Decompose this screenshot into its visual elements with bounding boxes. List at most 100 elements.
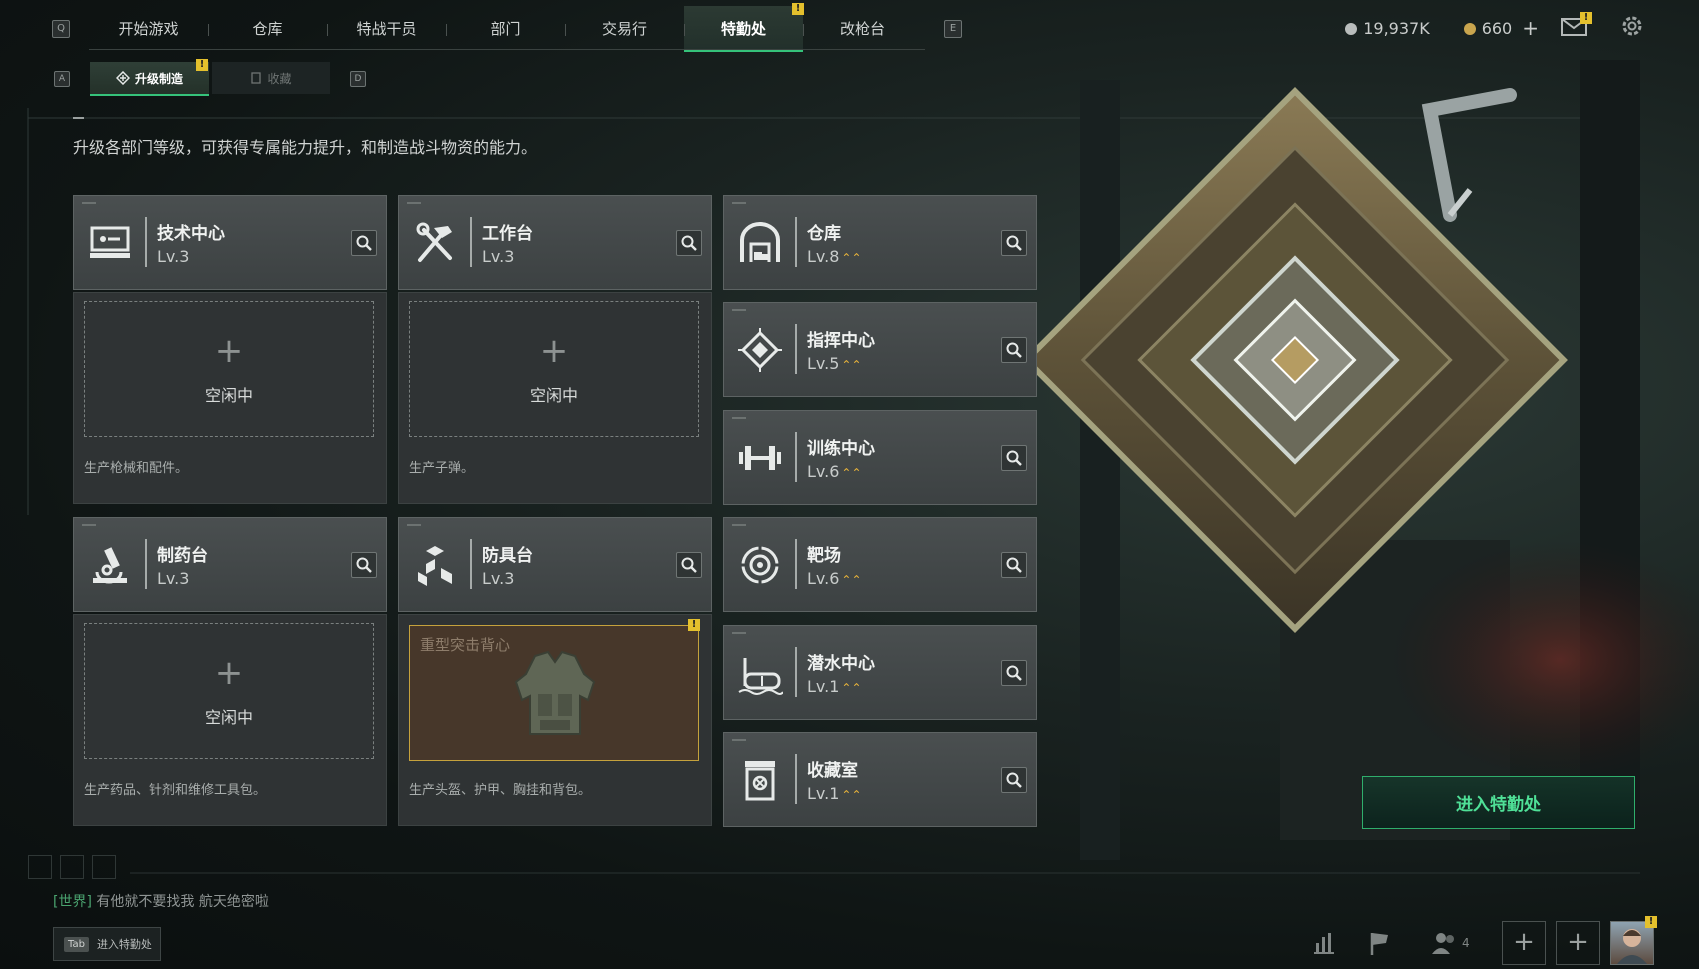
card-separator: [145, 539, 147, 589]
avatar-alert-badge: !: [1645, 916, 1657, 928]
armor-blocks-icon: [418, 546, 452, 586]
card-corner-mark: [82, 524, 96, 526]
warehouse-icon: [740, 222, 780, 262]
settings-gear-icon[interactable]: [1620, 14, 1644, 38]
station-level: Lv.3: [157, 247, 190, 266]
facility-name: 指挥中心: [807, 331, 875, 351]
card-separator: [795, 754, 797, 804]
station-card-armor-bench[interactable]: 防具台 Lv.3: [398, 517, 712, 612]
card-separator: [795, 539, 797, 589]
target-icon: [741, 546, 779, 584]
hammer-wrench-icon: [416, 222, 452, 262]
command-diamond-icon: [738, 328, 782, 372]
production-slot-empty[interactable]: + 空闲中: [409, 301, 699, 437]
add-squad-slot-1-button[interactable]: +: [1502, 921, 1546, 965]
tab-start-game[interactable]: 开始游戏: [89, 6, 208, 50]
station-level: Lv.3: [482, 247, 515, 266]
subtab-collection[interactable]: 收藏: [212, 62, 330, 94]
tab-warehouse[interactable]: 仓库: [208, 6, 327, 50]
search-icon[interactable]: [1001, 660, 1027, 686]
card-corner-mark: [407, 524, 421, 526]
card-separator: [145, 217, 147, 267]
search-icon[interactable]: [1001, 552, 1027, 578]
microscope-icon: [93, 547, 127, 584]
add-production-icon: +: [214, 653, 244, 693]
upgrade-available-icon: ⌃⌃: [841, 251, 862, 265]
facility-name: 收藏室: [807, 761, 858, 781]
search-icon[interactable]: [351, 230, 377, 256]
nav-next-key[interactable]: E: [944, 20, 962, 38]
collection-case-icon: [745, 761, 775, 801]
search-icon[interactable]: [1001, 337, 1027, 363]
page-description: 升级各部门等级，可获得专属能力提升，和制造战斗物资的能力。: [73, 138, 538, 157]
dumbbell-icon: [739, 446, 781, 470]
tab-operators[interactable]: 特战干员: [327, 6, 446, 50]
search-icon[interactable]: [1001, 445, 1027, 471]
tab-special-ops[interactable]: 特勤处: [684, 6, 803, 52]
production-slot-empty[interactable]: + 空闲中: [84, 301, 374, 437]
collection-icon: [251, 72, 262, 84]
stats-chart-icon[interactable]: [1302, 921, 1346, 965]
nav-prev-key[interactable]: Q: [52, 20, 70, 38]
computer-icon: [90, 226, 130, 258]
upgrade-available-icon: ⌃⌃: [841, 466, 862, 480]
card-separator: [470, 217, 472, 267]
production-panel-workbench: + 空闲中 生产子弹。: [398, 292, 712, 504]
subtab-next-key[interactable]: D: [350, 71, 366, 87]
station-description: 生产枪械和配件。: [84, 461, 189, 476]
facility-card-shooting-range[interactable]: 靶场 Lv.6 ⌃⌃: [723, 517, 1037, 612]
station-description: 生产子弹。: [409, 461, 475, 476]
facility-name: 仓库: [807, 224, 841, 244]
player-portrait-icon: [1617, 929, 1647, 964]
tab-hint-label: 进入特勤处: [96, 938, 152, 951]
facility-card-collection-room[interactable]: 收藏室 Lv.1 ⌃⌃: [723, 732, 1037, 827]
item-alert-badge: !: [688, 619, 700, 631]
special-ops-alert-badge: !: [792, 3, 804, 15]
tactical-vest-icon: [514, 650, 596, 735]
production-slot-empty[interactable]: + 空闲中: [84, 623, 374, 759]
station-card-workbench[interactable]: 工作台 Lv.3: [398, 195, 712, 290]
enter-special-ops-button[interactable]: 进入特勤处: [1362, 776, 1635, 829]
station-name: 制药台: [157, 546, 208, 566]
search-icon[interactable]: [676, 230, 702, 256]
squad-members[interactable]: 4: [1432, 932, 1470, 954]
search-icon[interactable]: [1001, 230, 1027, 256]
upgrade-available-icon: ⌃⌃: [841, 681, 862, 695]
flag-icon[interactable]: [1358, 921, 1402, 965]
produced-item-name: 重型突击背心: [420, 636, 511, 654]
silver-currency: 19,937K: [1345, 19, 1430, 38]
card-separator: [470, 539, 472, 589]
chat-channel: [世界]: [53, 894, 92, 910]
facility-name: 潜水中心: [807, 654, 875, 674]
upgrade-craft-alert-badge: !: [196, 59, 208, 71]
add-squad-slot-2-button[interactable]: +: [1556, 921, 1600, 965]
tab-trading[interactable]: 交易行: [565, 6, 684, 50]
currency-bar: 19,937K 660 +: [1345, 16, 1539, 40]
station-name: 工作台: [482, 224, 533, 244]
world-chat-message[interactable]: [世界] 有他就不要找我 航天绝密啦: [53, 891, 269, 911]
facility-card-training-center[interactable]: 训练中心 Lv.6 ⌃⌃: [723, 410, 1037, 505]
card-separator: [795, 432, 797, 482]
tab-shortcut-hint[interactable]: Tab 进入特勤处: [53, 927, 161, 961]
production-slot-active[interactable]: 重型突击背心 !: [409, 619, 700, 761]
facility-level: Lv.8 ⌃⌃: [807, 247, 862, 266]
search-icon[interactable]: [676, 552, 702, 578]
subtab-prev-key[interactable]: A: [54, 71, 70, 87]
slot-status: 空闲中: [204, 386, 253, 405]
squad-icon: [1432, 933, 1454, 954]
tab-gunsmith[interactable]: 改枪台: [803, 6, 922, 50]
card-corner-mark: [732, 417, 746, 419]
station-card-pharmacy[interactable]: 制药台 Lv.3: [73, 517, 387, 612]
station-card-tech-center[interactable]: 技术中心 Lv.3: [73, 195, 387, 290]
add-currency-button[interactable]: +: [1522, 16, 1539, 40]
facility-card-warehouse[interactable]: 仓库 Lv.8 ⌃⌃: [723, 195, 1037, 290]
search-icon[interactable]: [351, 552, 377, 578]
search-icon[interactable]: [1001, 767, 1027, 793]
facility-card-diving-center[interactable]: 潜水中心 Lv.1 ⌃⌃: [723, 625, 1037, 720]
subtab-upgrade-craft[interactable]: 升级制造: [90, 62, 209, 96]
squad-count: 4: [1462, 936, 1470, 950]
facility-card-command-center[interactable]: 指挥中心 Lv.5 ⌃⌃: [723, 302, 1037, 397]
gold-coin-icon: [1463, 22, 1476, 35]
tab-department[interactable]: 部门: [446, 6, 565, 50]
station-description: 生产药品、针剂和维修工具包。: [84, 783, 267, 798]
